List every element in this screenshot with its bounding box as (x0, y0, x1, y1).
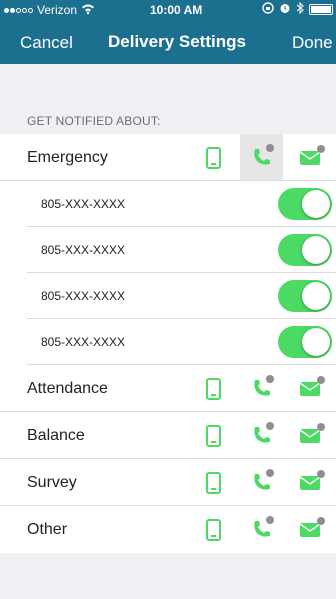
category-row-balance: Balance (0, 412, 336, 459)
lock-icon (317, 517, 325, 525)
done-button[interactable]: Done (292, 33, 333, 53)
category-row-other: Other (0, 506, 336, 553)
wifi-icon (81, 3, 95, 17)
lock-icon (266, 469, 274, 477)
phone-number: 805-XXX-XXXX (41, 197, 126, 211)
lock-icon (266, 516, 274, 524)
category-label: Emergency (27, 149, 108, 166)
category-label: Attendance (27, 380, 108, 397)
category-label: Other (27, 521, 68, 538)
phone-row: 805-XXX-XXXX (27, 319, 336, 365)
alarm-icon (279, 2, 291, 17)
email-icon[interactable] (299, 145, 325, 166)
sms-toggle[interactable] (278, 326, 332, 358)
notification-settings-list: Emergency 805-XXX-XXXX 805-XXX-XXXX 805-… (0, 134, 336, 553)
status-bar: Verizon 10:00 AM (0, 0, 336, 20)
category-row-emergency: Emergency (0, 134, 336, 181)
lock-icon (266, 422, 274, 430)
category-label: Balance (27, 427, 85, 444)
category-row-survey: Survey (0, 459, 336, 506)
phone-number: 805-XXX-XXXX (41, 289, 126, 303)
battery-icon (309, 4, 333, 15)
mobile-phone-icon[interactable] (206, 472, 221, 494)
mobile-phone-icon[interactable] (206, 519, 221, 541)
page-title: Delivery Settings (108, 32, 246, 51)
mobile-phone-icon[interactable] (206, 425, 221, 447)
lock-icon (266, 375, 274, 383)
lock-icon (266, 144, 274, 152)
cancel-button[interactable]: Cancel (20, 33, 73, 53)
lock-icon (317, 376, 325, 384)
phone-call-icon[interactable] (252, 422, 274, 445)
rotation-lock-icon (262, 2, 274, 17)
navigation-bar: Cancel Delivery Settings Done (0, 20, 336, 64)
phone-call-icon[interactable] (252, 375, 274, 398)
email-icon[interactable] (299, 376, 325, 397)
email-icon[interactable] (299, 470, 325, 491)
sms-toggle[interactable] (278, 280, 332, 312)
category-label: Survey (27, 474, 77, 491)
phone-row: 805-XXX-XXXX (27, 227, 336, 273)
phone-call-icon[interactable] (252, 144, 274, 167)
phone-number: 805-XXX-XXXX (41, 335, 126, 349)
phone-call-icon[interactable] (252, 516, 274, 539)
sms-toggle[interactable] (278, 234, 332, 266)
carrier-name: Verizon (37, 3, 78, 17)
lock-icon (317, 145, 325, 153)
phone-number: 805-XXX-XXXX (41, 243, 126, 257)
phone-row: 805-XXX-XXXX (27, 181, 336, 227)
sms-toggle[interactable] (278, 188, 332, 220)
bluetooth-icon (296, 1, 304, 17)
category-row-attendance: Attendance (0, 365, 336, 412)
signal-icon (4, 7, 33, 13)
carrier-indicator: Verizon (4, 3, 95, 17)
email-icon[interactable] (299, 423, 325, 444)
phone-call-icon[interactable] (252, 469, 274, 492)
mobile-phone-icon[interactable] (206, 378, 221, 400)
section-header: GET NOTIFIED ABOUT: (27, 114, 161, 128)
lock-icon (317, 470, 325, 478)
phone-row: 805-XXX-XXXX (27, 273, 336, 319)
mobile-phone-icon[interactable] (206, 147, 221, 169)
email-icon[interactable] (299, 517, 325, 538)
lock-icon (317, 423, 325, 431)
status-time: 10:00 AM (150, 3, 203, 17)
